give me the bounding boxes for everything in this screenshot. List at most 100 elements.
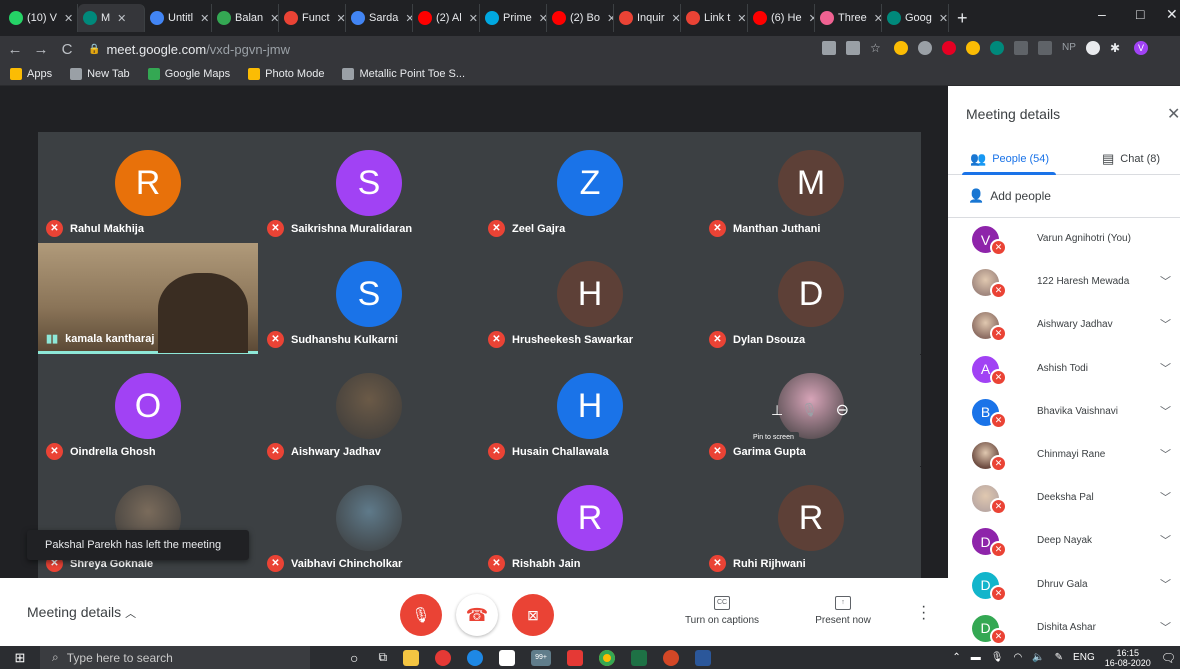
remove-icon[interactable]: ⊖ bbox=[836, 400, 849, 420]
language-indicator[interactable]: ENG bbox=[1073, 652, 1095, 663]
chevron-down-icon[interactable]: ﹀ bbox=[1160, 360, 1171, 376]
participant-list-item[interactable]: D ✕ Dishita Ashar ﹀ bbox=[948, 607, 1180, 650]
store-icon[interactable] bbox=[499, 649, 516, 666]
extension-icon[interactable] bbox=[966, 41, 980, 55]
url-field[interactable]: 🔒 meet.google.com/vxd-pgvn-jmw bbox=[88, 42, 290, 57]
close-tab-icon[interactable]: ✕ bbox=[672, 12, 680, 25]
close-tab-icon[interactable]: ✕ bbox=[200, 12, 209, 25]
meeting-details-toggle[interactable]: Meeting details ︿ bbox=[27, 604, 136, 621]
present-now-button[interactable]: ↑ Present now bbox=[808, 596, 878, 626]
close-tab-icon[interactable]: ✕ bbox=[337, 12, 345, 25]
participant-list-item[interactable]: ✕ Aishwary Jadhav ﹀ bbox=[948, 304, 1180, 347]
minimize-icon[interactable]: – bbox=[1098, 6, 1106, 22]
cortana-icon[interactable]: ○ bbox=[350, 650, 358, 666]
browser-tab[interactable]: Inquir ✕ bbox=[614, 4, 681, 32]
participant-tile[interactable]: S ✕ Sudhanshu Kulkarni bbox=[259, 243, 479, 354]
participant-tile[interactable]: ✕ Aishwary Jadhav bbox=[259, 355, 479, 466]
extension-icon[interactable] bbox=[894, 41, 908, 55]
browser-tab[interactable]: (10) V ✕ bbox=[4, 4, 78, 32]
bookmark-item[interactable]: Photo Mode bbox=[248, 67, 324, 80]
word-icon[interactable] bbox=[695, 649, 712, 666]
bookmark-item[interactable]: New Tab bbox=[70, 67, 130, 80]
battery-icon[interactable]: ▬ bbox=[971, 652, 981, 663]
puzzle-icon[interactable]: ✱ bbox=[1110, 41, 1124, 55]
close-tab-icon[interactable]: ✕ bbox=[469, 12, 478, 25]
mic-toggle-button[interactable]: 🎙 bbox=[400, 594, 442, 636]
back-icon[interactable]: ← bbox=[4, 41, 26, 58]
browser-tab[interactable]: Funct ✕ bbox=[279, 4, 346, 32]
star-icon[interactable]: ☆ bbox=[870, 41, 884, 55]
browser-tab[interactable]: M ✕ bbox=[78, 4, 145, 32]
edge-icon[interactable] bbox=[467, 649, 484, 666]
close-tab-icon[interactable]: ✕ bbox=[270, 12, 278, 25]
office-icon[interactable] bbox=[567, 649, 584, 666]
extension-icon[interactable] bbox=[918, 41, 932, 55]
chevron-down-icon[interactable]: ﹀ bbox=[1160, 532, 1171, 548]
close-panel-icon[interactable]: ✕ bbox=[1167, 104, 1180, 124]
leave-call-button[interactable]: ☎ bbox=[456, 594, 498, 636]
maximize-icon[interactable]: □ bbox=[1136, 6, 1144, 22]
pin-icon[interactable]: ⊥ bbox=[771, 402, 783, 419]
np-icon[interactable]: NP bbox=[1062, 41, 1076, 55]
participant-list-item[interactable]: ✕ Chinmayi Rane ﹀ bbox=[948, 434, 1180, 477]
participant-tile[interactable]: H ✕ Hrusheekesh Sawarkar bbox=[480, 243, 700, 354]
forward-icon[interactable]: → bbox=[30, 41, 52, 58]
browser-tab[interactable]: Balan ✕ bbox=[212, 4, 279, 32]
pinterest-icon[interactable] bbox=[942, 41, 956, 55]
participant-list-item[interactable]: V ✕ Varun Agnihotri (You) bbox=[948, 218, 1180, 261]
participant-tile[interactable]: R ✕ Ruhi Rijhwani bbox=[701, 467, 921, 578]
chevron-down-icon[interactable]: ﹀ bbox=[1160, 446, 1171, 462]
wifi-icon[interactable]: ◠ bbox=[1013, 652, 1022, 663]
cast-icon[interactable] bbox=[846, 41, 860, 55]
close-tab-icon[interactable]: ✕ bbox=[405, 12, 412, 25]
notifications-icon[interactable]: 🗨 bbox=[1161, 651, 1176, 665]
participant-tile[interactable]: S ✕ Saikrishna Muralidaran bbox=[259, 132, 479, 243]
participant-tile[interactable]: R ✕ Rahul Makhija bbox=[38, 132, 258, 243]
volume-icon[interactable]: 🔈 bbox=[1032, 652, 1044, 663]
pen-icon[interactable]: ✎ bbox=[1055, 652, 1063, 663]
extension-icon[interactable] bbox=[990, 41, 1004, 55]
reload-icon[interactable]: C bbox=[56, 41, 78, 58]
participant-list-item[interactable]: D ✕ Deep Nayak ﹀ bbox=[948, 520, 1180, 563]
browser-tab[interactable]: (6) He✕ bbox=[748, 4, 815, 32]
bookmark-item[interactable]: Apps bbox=[10, 67, 52, 80]
chevron-down-icon[interactable]: ﹀ bbox=[1160, 489, 1171, 505]
new-tab-icon[interactable]: + bbox=[957, 8, 968, 29]
close-window-icon[interactable]: ✕ bbox=[1166, 6, 1178, 23]
chevron-down-icon[interactable]: ﹀ bbox=[1160, 576, 1171, 592]
mic-icon[interactable]: 🎙 bbox=[991, 652, 1004, 663]
participant-list-item[interactable]: D ✕ Dhruv Gala ﹀ bbox=[948, 564, 1180, 607]
close-tab-icon[interactable]: ✕ bbox=[939, 12, 948, 25]
tab-people[interactable]: 👥 People (54) bbox=[970, 151, 1049, 167]
participant-tile[interactable]: R ✕ Rishabh Jain bbox=[480, 467, 700, 578]
browser-tab[interactable]: Prime ✕ bbox=[480, 4, 547, 32]
participant-tile[interactable]: ✕ Shreya Goknale bbox=[38, 467, 258, 578]
participant-tile[interactable]: D ✕ Dylan Dsouza bbox=[701, 243, 921, 354]
task-view-icon[interactable]: ⧉ bbox=[378, 650, 387, 665]
browser-tab[interactable]: Untitl ✕ bbox=[145, 4, 212, 32]
participant-tile[interactable]: O ✕ Oindrella Ghosh bbox=[38, 355, 258, 466]
profile-avatar[interactable]: V bbox=[1134, 41, 1148, 55]
excel-icon[interactable] bbox=[631, 649, 648, 666]
mic-off-icon[interactable]: 🎙 bbox=[801, 402, 818, 418]
participant-list-item[interactable]: B ✕ Bhavika Vaishnavi ﹀ bbox=[948, 391, 1180, 434]
close-tab-icon[interactable]: ✕ bbox=[737, 12, 746, 25]
camera-toggle-button[interactable]: ⊠ bbox=[512, 594, 554, 636]
participant-tile[interactable]: ✕ Vaibhavi Chincholkar bbox=[259, 467, 479, 578]
chevron-down-icon[interactable]: ﹀ bbox=[1160, 403, 1171, 419]
tab-chat[interactable]: ▤ Chat (8) bbox=[1102, 151, 1160, 167]
browser-tab[interactable]: Sarda ✕ bbox=[346, 4, 413, 32]
file-explorer-icon[interactable] bbox=[403, 649, 420, 666]
windows-start-icon[interactable]: ⊞ bbox=[0, 646, 40, 669]
bookmark-item[interactable]: Metallic Point Toe S... bbox=[342, 67, 465, 80]
chrome-icon[interactable] bbox=[599, 649, 616, 666]
chevron-down-icon[interactable]: ﹀ bbox=[1160, 273, 1171, 289]
extension-icon[interactable] bbox=[1086, 41, 1100, 55]
chevron-up-icon[interactable]: ⌃ bbox=[952, 652, 960, 663]
clock[interactable]: 16:15 16-08-2020 bbox=[1105, 648, 1151, 668]
participant-tile[interactable]: M ✕ Manthan Juthani bbox=[701, 132, 921, 243]
more-options-icon[interactable]: · · · bbox=[921, 599, 926, 627]
browser-tab[interactable]: Three ✕ bbox=[815, 4, 882, 32]
extension-icon[interactable] bbox=[1038, 41, 1052, 55]
browser-tab[interactable]: (2) Al ✕ bbox=[413, 4, 480, 32]
